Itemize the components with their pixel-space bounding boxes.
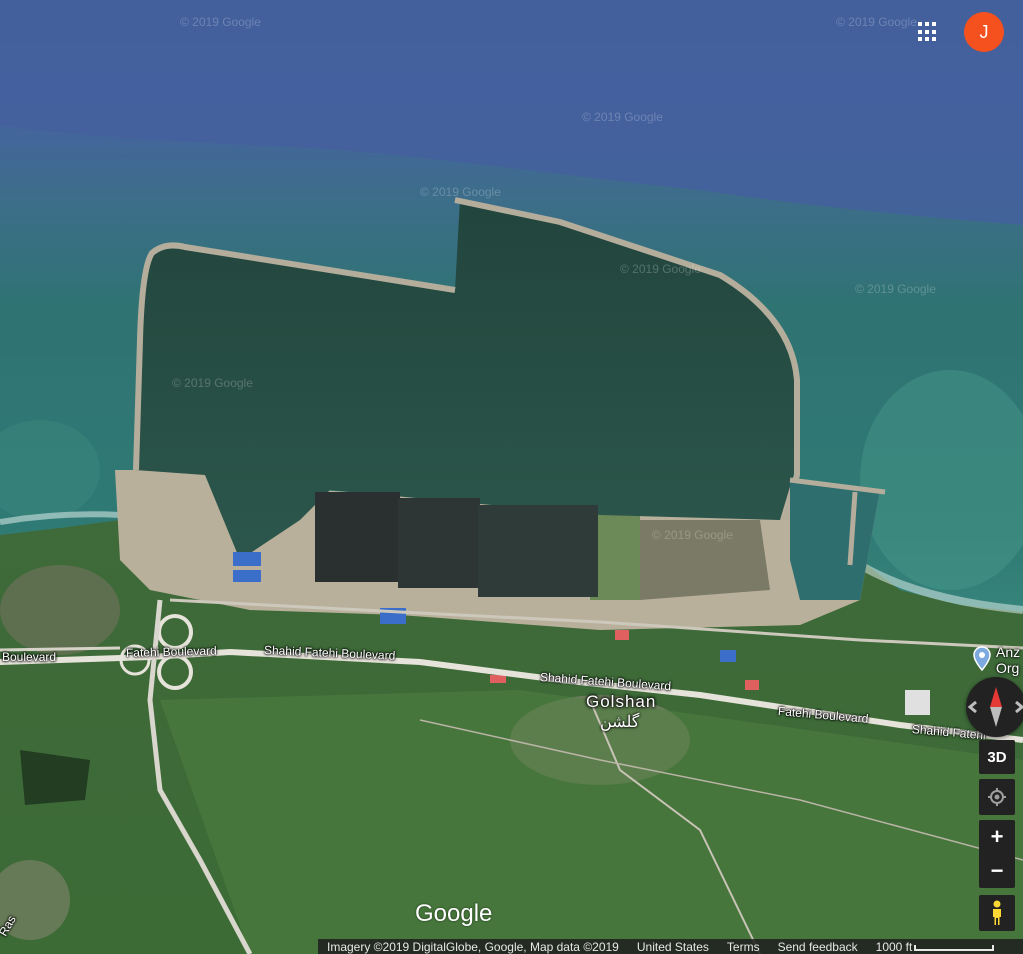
road-label: Fatehi Boulevard: [125, 643, 217, 660]
settling-pond: [398, 498, 480, 588]
building-red: [745, 680, 759, 690]
account-avatar[interactable]: J: [964, 12, 1004, 52]
settling-pond: [478, 505, 598, 597]
building-white: [905, 690, 930, 715]
imagery-attribution: Imagery ©2019 DigitalGlobe, Google, Map …: [327, 939, 619, 954]
poi-label-line1: Anz: [996, 644, 1021, 660]
building-blue: [233, 570, 261, 582]
compass-icon[interactable]: [966, 677, 1023, 737]
road-label: Boulevard: [2, 650, 57, 664]
terms-link[interactable]: Terms: [718, 940, 769, 954]
my-location-icon[interactable]: [979, 779, 1015, 815]
poi-label-line2: Org: [996, 660, 1020, 676]
pegman-icon[interactable]: [979, 895, 1015, 931]
scale-bar: [914, 944, 995, 951]
place-label-golshan-fa[interactable]: گلشن: [600, 712, 639, 732]
google-logo: Google: [415, 900, 493, 927]
poi-label[interactable]: Anz Org: [996, 644, 1020, 676]
3d-toggle-button[interactable]: 3D: [979, 740, 1015, 774]
zoom-out-button[interactable]: −: [979, 854, 1015, 888]
scale-label: 1000 ft: [875, 939, 913, 954]
building-blue: [720, 650, 736, 662]
mud-lot: [640, 520, 770, 600]
place-label-golshan[interactable]: Golshan: [586, 692, 656, 712]
building-red: [490, 675, 506, 683]
building-blue: [233, 552, 261, 566]
town-area: [0, 565, 120, 655]
apps-grid-icon[interactable]: [916, 20, 940, 44]
building-red: [615, 630, 629, 640]
satellite-map[interactable]: [0, 0, 1023, 954]
map-footer: Imagery ©2019 DigitalGlobe, Google, Map …: [318, 939, 1023, 954]
send-feedback-link[interactable]: Send feedback: [769, 940, 867, 954]
country-link[interactable]: United States: [628, 940, 718, 954]
settling-pond: [315, 492, 400, 582]
scale-control[interactable]: 1000 ft: [867, 940, 995, 954]
map-pin-icon[interactable]: [972, 646, 992, 672]
zoom-in-button[interactable]: +: [979, 820, 1015, 854]
